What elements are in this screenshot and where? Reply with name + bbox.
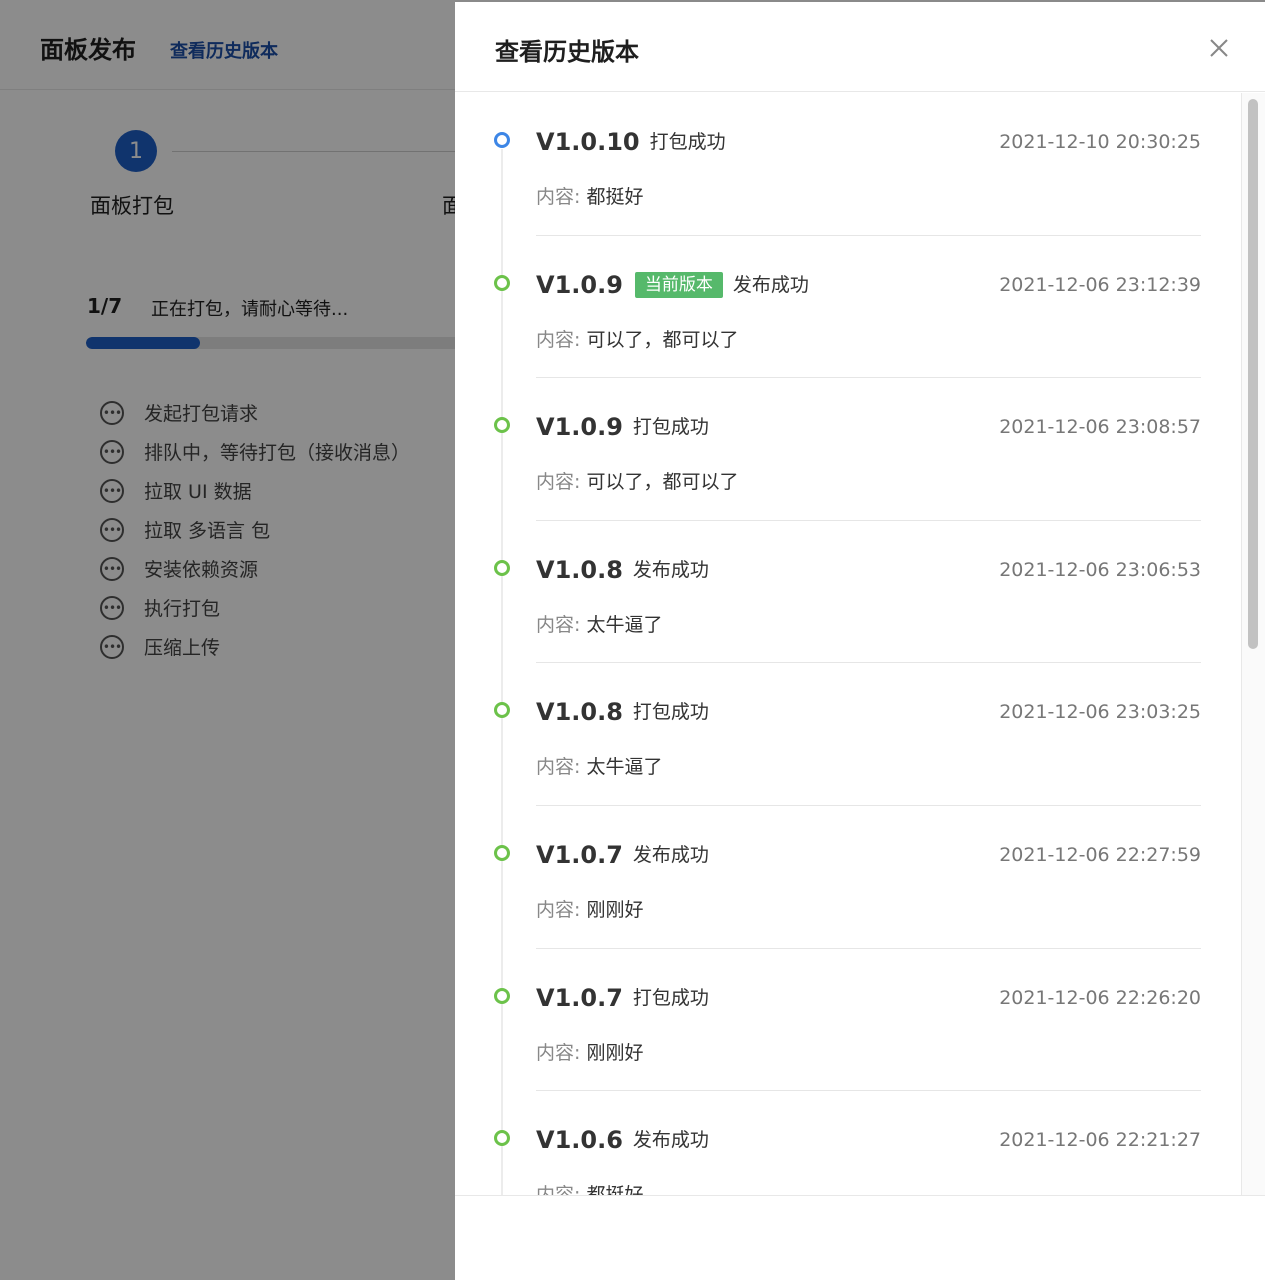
version-number: V1.0.9 <box>536 413 623 442</box>
content-label: 内容: <box>536 613 581 636</box>
content-value: 都挺好 <box>586 1184 643 1195</box>
version-number: V1.0.6 <box>536 1126 623 1155</box>
version-content: 内容: 都挺好 <box>536 1180 643 1195</box>
content-value: 太牛逼了 <box>586 613 663 636</box>
content-value: 刚刚好 <box>586 898 644 921</box>
version-timestamp: 2021-12-06 23:06:53 <box>999 558 1201 581</box>
version-number: V1.0.7 <box>536 840 623 869</box>
timeline-dot-icon <box>494 1130 510 1147</box>
version-heading: V1.0.9 打包成功 <box>536 412 709 441</box>
content-label: 内容: <box>536 1184 580 1195</box>
content-label: 内容: <box>536 328 581 351</box>
timeline-dot-icon <box>494 702 510 719</box>
version-timestamp: 2021-12-06 22:26:20 <box>999 986 1201 1009</box>
scrollbar-thumb[interactable] <box>1248 99 1258 649</box>
version-heading: V1.0.10 打包成功 <box>536 127 726 156</box>
version-number: V1.0.10 <box>536 128 640 156</box>
content-label: 内容: <box>536 756 581 779</box>
version-item: V1.0.10 打包成功 2021-12-10 20:30:25 内容: 都挺好 <box>455 93 1235 236</box>
version-status: 打包成功 <box>632 416 709 439</box>
version-heading: V1.0.9 当前版本 发布成功 <box>536 270 809 299</box>
version-heading: V1.0.8 发布成功 <box>536 555 709 584</box>
version-status: 打包成功 <box>632 701 709 724</box>
version-list-container: V1.0.10 打包成功 2021-12-10 20:30:25 内容: 都挺好 V1.… <box>455 93 1265 1195</box>
version-number: V1.0.9 <box>536 270 623 299</box>
version-content: 内容: 都挺好 <box>536 182 643 209</box>
version-item: V1.0.7 打包成功 2021-12-06 22:26:20 内容: 刚刚好 <box>455 949 1235 1092</box>
content-value: 可以了，都可以了 <box>586 328 739 351</box>
version-number: V1.0.8 <box>536 555 623 584</box>
version-number: V1.0.7 <box>536 983 623 1012</box>
scrollbar[interactable] <box>1241 93 1265 1195</box>
content-label: 内容: <box>536 471 581 494</box>
version-content: 内容: 刚刚好 <box>536 1038 643 1065</box>
version-status: 发布成功 <box>632 1129 709 1152</box>
content-label: 内容: <box>536 1041 581 1064</box>
timeline-dot-icon <box>494 987 510 1004</box>
timeline-dot-icon <box>494 132 510 148</box>
version-timestamp: 2021-12-10 20:30:25 <box>999 131 1201 153</box>
version-item: V1.0.7 发布成功 2021-12-06 22:27:59 内容: 刚刚好 <box>455 806 1235 949</box>
timeline-dot-icon <box>494 417 510 434</box>
version-timestamp: 2021-12-06 23:12:39 <box>999 273 1201 296</box>
version-content: 内容: 刚刚好 <box>536 895 643 922</box>
content-label: 内容: <box>536 186 581 208</box>
version-item: V1.0.9 当前版本 发布成功 2021-12-06 23:12:39 内容: 可以了… <box>455 236 1235 379</box>
version-heading: V1.0.8 打包成功 <box>536 697 709 726</box>
current-version-badge: 当前版本 <box>634 271 723 298</box>
version-status: 打包成功 <box>632 986 709 1009</box>
timeline-dot-icon <box>494 274 510 291</box>
version-content: 内容: 太牛逼了 <box>536 752 662 779</box>
content-label: 内容: <box>536 898 581 921</box>
version-heading: V1.0.6 发布成功 <box>536 1125 709 1154</box>
version-content: 内容: 可以了，都可以了 <box>536 325 738 352</box>
content-value: 太牛逼了 <box>586 756 663 779</box>
modal-overlay[interactable] <box>0 0 455 1280</box>
content-value: 刚刚好 <box>586 1041 644 1064</box>
version-item: V1.0.6 发布成功 2021-12-06 22:21:27 内容: 都挺好 <box>455 1091 1235 1195</box>
version-timestamp: 2021-12-06 22:21:27 <box>999 1129 1201 1152</box>
version-timestamp: 2021-12-06 23:08:57 <box>999 416 1201 439</box>
drawer-footer <box>455 1195 1265 1280</box>
version-status: 发布成功 <box>632 558 709 581</box>
version-item: V1.0.9 打包成功 2021-12-06 23:08:57 内容: 可以了，都可以… <box>455 378 1235 521</box>
drawer-title: 查看历史版本 <box>495 38 639 66</box>
close-icon[interactable] <box>1203 32 1235 64</box>
version-item: V1.0.8 打包成功 2021-12-06 23:03:25 内容: 太牛逼了 <box>455 663 1235 806</box>
version-item: V1.0.8 发布成功 2021-12-06 23:06:53 内容: 太牛逼了 <box>455 521 1235 664</box>
timeline-dot-icon <box>494 559 510 576</box>
version-heading: V1.0.7 发布成功 <box>536 840 709 869</box>
drawer-header: 查看历史版本 <box>455 2 1265 92</box>
version-heading: V1.0.7 打包成功 <box>536 983 709 1012</box>
version-timeline: V1.0.10 打包成功 2021-12-10 20:30:25 内容: 都挺好 V1.… <box>455 93 1235 1195</box>
version-history-drawer: 查看历史版本 V1.0.10 打包成功 2021-12-10 20:30:25 内容:… <box>455 0 1265 1280</box>
timeline-dot-icon <box>494 844 510 861</box>
version-timestamp: 2021-12-06 22:27:59 <box>999 843 1201 866</box>
version-status: 发布成功 <box>732 273 809 296</box>
version-content: 内容: 可以了，都可以了 <box>536 467 738 494</box>
version-timestamp: 2021-12-06 23:03:25 <box>999 701 1201 724</box>
content-value: 都挺好 <box>586 186 644 208</box>
content-value: 可以了，都可以了 <box>586 471 739 494</box>
version-content: 内容: 太牛逼了 <box>536 610 662 637</box>
version-number: V1.0.8 <box>536 698 623 727</box>
version-status: 打包成功 <box>649 131 726 153</box>
version-status: 发布成功 <box>632 843 709 866</box>
